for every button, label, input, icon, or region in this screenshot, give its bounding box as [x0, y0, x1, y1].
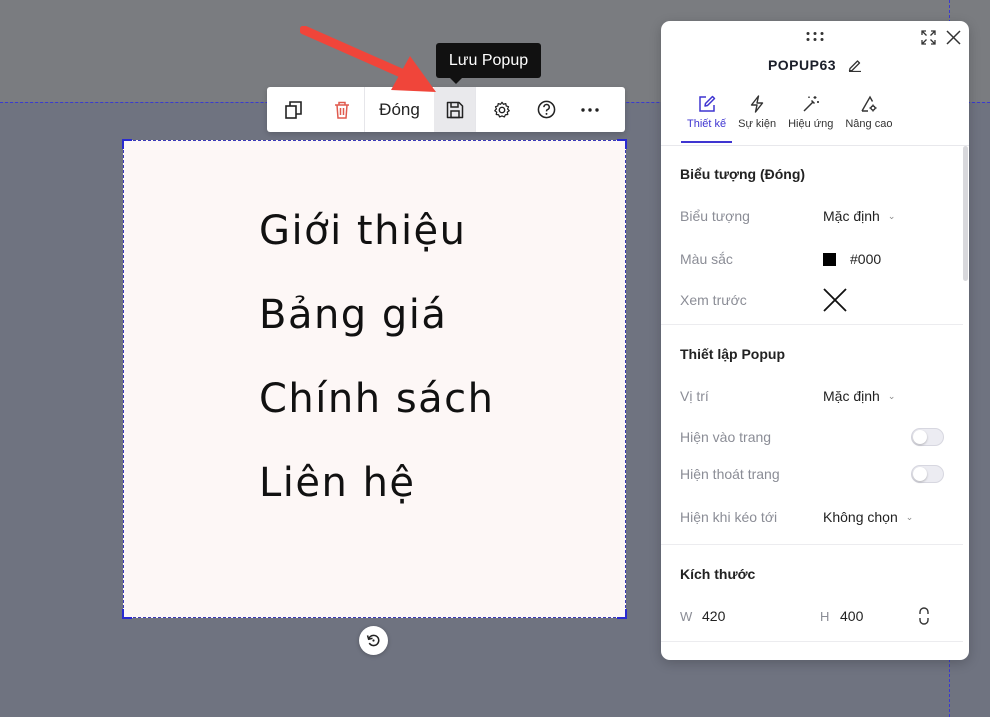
- more-options-button[interactable]: [564, 87, 616, 132]
- save-icon: [446, 101, 463, 118]
- edit-square-icon: [698, 95, 715, 112]
- resize-handle-bottom-right[interactable]: [617, 609, 627, 619]
- chevron-down-icon: ⌄: [887, 390, 896, 401]
- show-on-exit-row: Hiện thoát trang: [680, 464, 944, 484]
- duplicate-icon: [284, 100, 302, 119]
- rotate-handle[interactable]: [359, 626, 388, 655]
- panel-header: POPUP63: [661, 57, 969, 73]
- advanced-gear-icon: [861, 95, 877, 112]
- position-label: Vị trí: [680, 388, 709, 404]
- tab-advanced[interactable]: Nâng cao: [839, 91, 898, 143]
- icon-preview-row: Xem trước: [680, 288, 944, 312]
- show-on-scroll-select[interactable]: Không chọn ⌄: [823, 509, 913, 525]
- section-title: Biểu tượng (Đóng): [680, 166, 806, 182]
- link-aspect-ratio-icon[interactable]: [918, 607, 930, 625]
- popup-name: POPUP63: [767, 57, 837, 73]
- panel-tabs: Thiết kế Sự kiện Hiệu ứng Nâng cao: [681, 91, 898, 145]
- show-on-scroll-row: Hiện khi kéo tới Không chọn ⌄: [680, 507, 944, 527]
- resize-handle-top-right[interactable]: [617, 139, 627, 149]
- help-button[interactable]: [528, 87, 564, 132]
- magic-wand-icon: [803, 96, 819, 112]
- chevron-down-icon: ⌄: [887, 210, 896, 221]
- icon-settings-section: Biểu tượng (Đóng) Biểu tượng Mặc định ⌄ …: [661, 146, 963, 312]
- popup-menu-list: Giới thiệu Bảng giá Chính sách Liên hệ: [259, 203, 495, 539]
- icon-style-select[interactable]: Mặc định ⌄: [823, 208, 895, 224]
- popup-settings-section: Thiết lập Popup Vị trí Mặc định ⌄ Hiện v…: [661, 325, 963, 527]
- icon-preview-label: Xem trước: [680, 292, 747, 308]
- settings-panel: POPUP63 Thiết kế Sự kiện Hiệu ứng Nâng c…: [661, 21, 969, 660]
- size-row: W 420 H 400: [680, 606, 944, 626]
- expand-icon[interactable]: [921, 30, 936, 45]
- menu-item[interactable]: Chính sách: [259, 371, 495, 455]
- width-input[interactable]: 420: [702, 608, 820, 624]
- height-label: H: [820, 608, 830, 624]
- gear-icon: [494, 101, 510, 118]
- panel-scroll-area[interactable]: Biểu tượng (Đóng) Biểu tượng Mặc định ⌄ …: [661, 146, 963, 660]
- height-input[interactable]: 400: [840, 608, 918, 624]
- chevron-down-icon: ⌄: [905, 511, 914, 522]
- icon-style-row: Biểu tượng Mặc định ⌄: [680, 206, 944, 226]
- red-arrow-pointer-icon: [300, 26, 436, 92]
- close-icon[interactable]: [946, 30, 961, 45]
- icon-color-picker[interactable]: #000: [823, 251, 881, 267]
- width-label: W: [680, 608, 693, 624]
- help-icon: [537, 100, 555, 119]
- resize-handle-bottom-left[interactable]: [122, 609, 132, 619]
- section-title: Thiết lập Popup: [680, 346, 785, 362]
- icon-color-label: Màu sắc: [680, 251, 733, 267]
- popup-canvas[interactable]: Giới thiệu Bảng giá Chính sách Liên hệ: [122, 139, 627, 619]
- trash-icon: [334, 101, 349, 119]
- save-tooltip: Lưu Popup: [436, 43, 541, 84]
- section-divider: [661, 641, 963, 642]
- drag-handle-icon[interactable]: [805, 31, 825, 42]
- panel-scrollbar[interactable]: [963, 146, 968, 281]
- tab-label: Thiết kế: [687, 118, 727, 130]
- lightning-icon: [750, 95, 764, 113]
- icon-color-row: Màu sắc #000: [680, 249, 944, 269]
- tab-events[interactable]: Sự kiện: [732, 91, 782, 143]
- tab-label: Hiệu ứng: [788, 118, 834, 130]
- position-select[interactable]: Mặc định ⌄: [823, 388, 895, 404]
- menu-item[interactable]: Liên hệ: [259, 455, 495, 539]
- panel-window-controls: [921, 30, 961, 45]
- show-on-enter-toggle[interactable]: [911, 428, 944, 446]
- resize-handle-top-left[interactable]: [122, 139, 132, 149]
- tab-label: Sự kiện: [738, 118, 777, 130]
- show-on-enter-label: Hiện vào trang: [680, 429, 772, 445]
- rotate-icon: [366, 634, 380, 647]
- close-x-preview-icon: [823, 288, 847, 312]
- color-swatch[interactable]: [823, 252, 836, 266]
- settings-button[interactable]: [476, 87, 528, 132]
- show-on-exit-toggle[interactable]: [911, 465, 944, 483]
- section-title: Kích thước: [680, 566, 756, 582]
- more-horizontal-icon: [581, 107, 599, 112]
- show-on-exit-label: Hiện thoát trang: [680, 466, 780, 482]
- tab-effects[interactable]: Hiệu ứng: [782, 91, 839, 143]
- show-on-enter-row: Hiện vào trang: [680, 427, 944, 447]
- show-on-scroll-label: Hiện khi kéo tới: [680, 509, 778, 525]
- tab-label: Nâng cao: [845, 118, 893, 130]
- tab-design[interactable]: Thiết kế: [681, 91, 733, 143]
- edit-pencil-icon[interactable]: [848, 58, 862, 72]
- menu-item[interactable]: Giới thiệu: [259, 203, 495, 287]
- save-popup-button[interactable]: [434, 87, 475, 132]
- size-section: Kích thước W 420 H 400: [661, 545, 963, 626]
- position-row: Vị trí Mặc định ⌄: [680, 386, 944, 406]
- icon-style-label: Biểu tượng: [680, 208, 750, 224]
- menu-item[interactable]: Bảng giá: [259, 287, 495, 371]
